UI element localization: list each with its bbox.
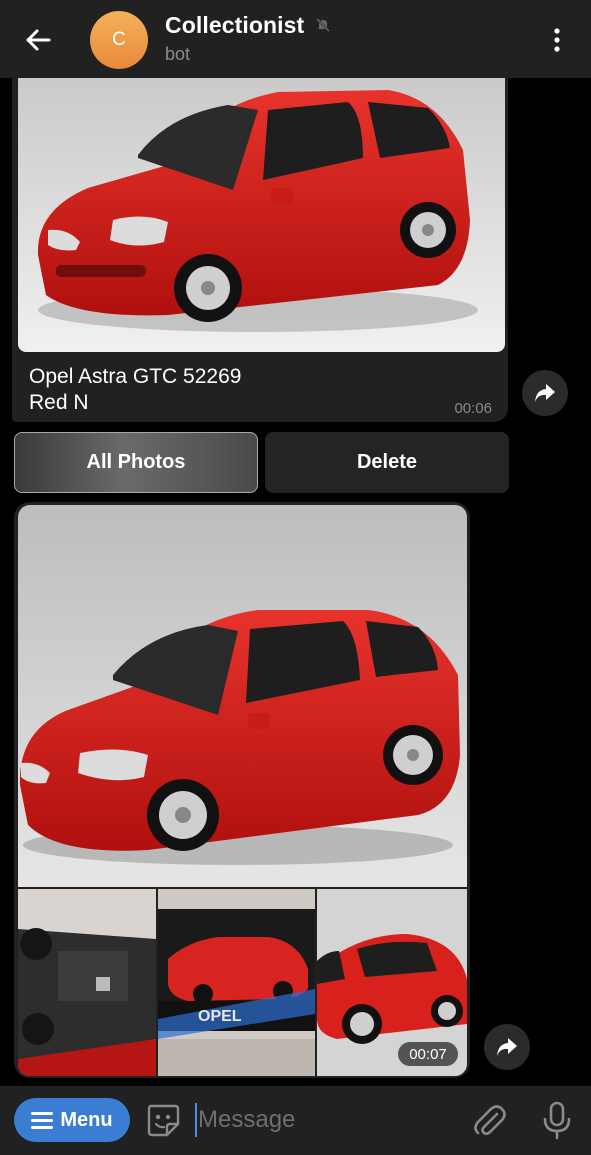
forward-icon [497, 1038, 517, 1056]
album-time: 00:07 [398, 1042, 458, 1066]
car-photo-main[interactable] [18, 70, 505, 352]
chat-subtitle: bot [165, 44, 191, 64]
bell-muted-icon [315, 17, 331, 38]
more-options-button[interactable] [540, 20, 574, 60]
text-cursor [195, 1103, 197, 1137]
microphone-icon [543, 1101, 571, 1140]
album-forward-button[interactable] [484, 1024, 530, 1070]
svg-text:OPEL: OPEL [198, 1008, 242, 1025]
chat-screen: Opel Astra GTC 52269 Red N 00:06 All Pho… [0, 0, 591, 1155]
back-button[interactable] [18, 20, 58, 60]
message-input-bar: Menu [0, 1086, 591, 1155]
arrow-left-icon [26, 29, 51, 51]
album-thumb-underside[interactable] [18, 889, 156, 1076]
sticker-icon [147, 1104, 180, 1137]
chat-title-group[interactable]: Collectionist [165, 12, 331, 39]
menu-label: Menu [60, 1108, 113, 1131]
forward-icon [535, 384, 555, 402]
sticker-button[interactable] [145, 1102, 181, 1138]
message-time: 00:06 [454, 400, 492, 417]
delete-button[interactable]: Delete [265, 432, 509, 493]
photo-message[interactable]: Opel Astra GTC 52269 Red N 00:06 [12, 64, 508, 422]
message-input[interactable] [198, 1100, 448, 1140]
caption-line-model: Opel Astra GTC 52269 [29, 365, 242, 388]
menu-button[interactable]: Menu [14, 1098, 130, 1142]
voice-message-button[interactable] [539, 1100, 575, 1140]
more-vertical-icon [554, 28, 560, 52]
photo-caption: Opel Astra GTC 52269 Red N [29, 364, 241, 416]
chat-title: Collectionist [165, 12, 305, 38]
album-message[interactable]: OPEL 00:07 [14, 502, 470, 1078]
forward-button[interactable] [522, 370, 568, 416]
chat-header: C Collectionist bot [0, 0, 591, 78]
album-thumb-box[interactable]: OPEL [158, 889, 315, 1076]
caption-line-color: Red N [29, 391, 89, 414]
paperclip-icon [474, 1105, 506, 1136]
attach-button[interactable] [470, 1102, 508, 1140]
avatar[interactable]: C [90, 11, 148, 69]
menu-icon [31, 1111, 54, 1129]
album-photo-main[interactable] [18, 505, 467, 887]
all-photos-button[interactable]: All Photos [14, 432, 258, 493]
